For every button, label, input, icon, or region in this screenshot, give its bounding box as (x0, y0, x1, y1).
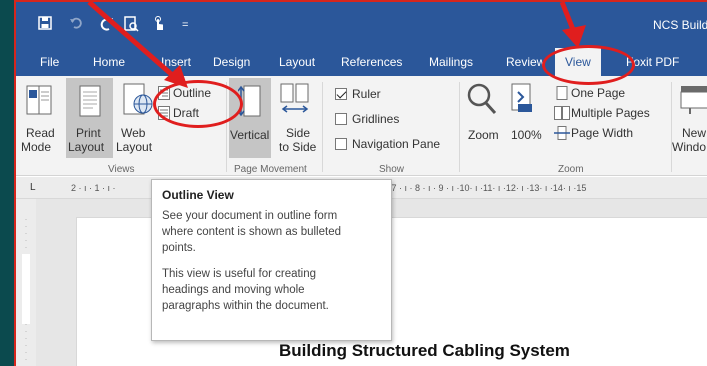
arrow-icon (559, 2, 586, 48)
word-window: = NCS Build File Home Insert Design Layo… (14, 0, 707, 366)
arrow-icon (87, 2, 188, 88)
annotation-arrows (87, 2, 586, 88)
